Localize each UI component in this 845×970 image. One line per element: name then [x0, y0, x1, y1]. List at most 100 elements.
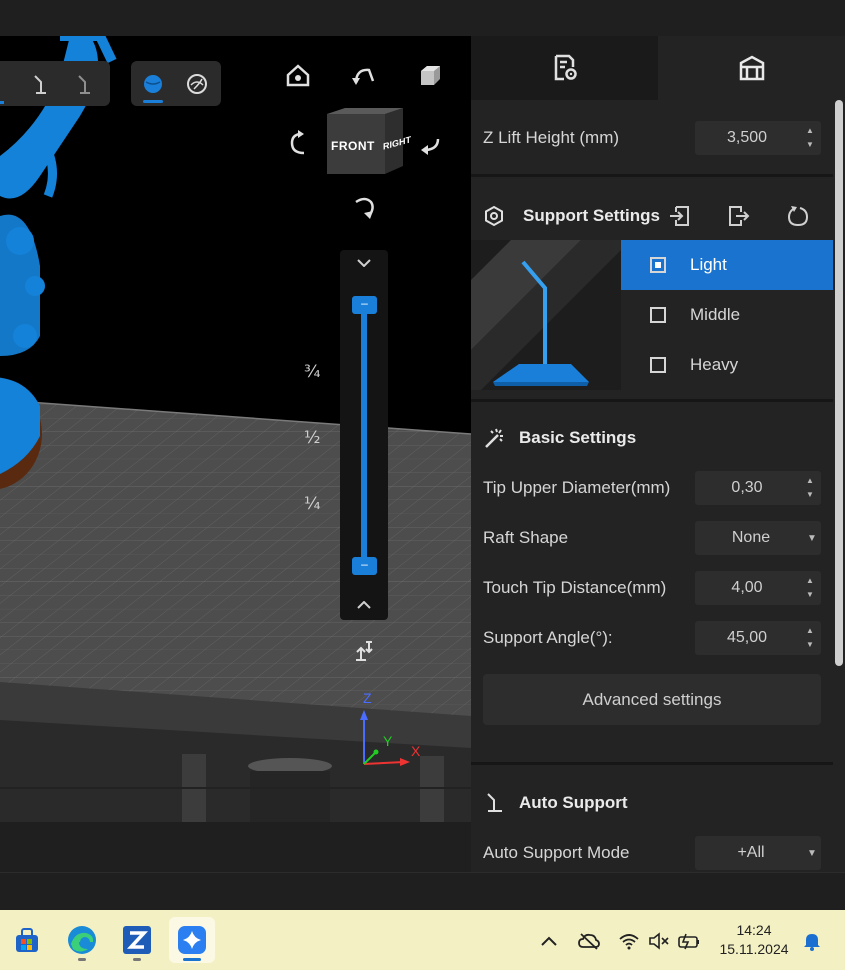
spin-up-icon[interactable]: ▲ [806, 577, 814, 585]
panel-scrollbar[interactable] [835, 100, 843, 666]
preset-light[interactable]: Light [621, 240, 833, 290]
chevron-up-icon[interactable] [537, 930, 561, 952]
slider-handle-bottom[interactable]: – [352, 557, 377, 575]
spin-down-icon[interactable]: ▼ [806, 591, 814, 599]
undo-rotate-icon[interactable] [347, 58, 381, 92]
edge-icon[interactable] [59, 917, 105, 963]
divider [471, 174, 833, 177]
sphere-wireframe-icon[interactable] [175, 62, 219, 106]
divider [471, 399, 833, 402]
support-tool-icon[interactable] [16, 62, 60, 106]
file-settings-icon [554, 54, 577, 81]
spin-down-icon[interactable]: ▼ [806, 491, 814, 499]
support-preset-list: Light Middle Heavy [621, 240, 833, 390]
spin-down-icon[interactable]: ▼ [806, 141, 814, 149]
system-clock[interactable]: 14:24 15.11.2024 [708, 921, 800, 959]
preset-middle[interactable]: Middle [621, 290, 833, 340]
tip-upper-input[interactable]: 0,30 ▲ ▼ [695, 471, 821, 505]
support-tool-2-icon[interactable] [60, 62, 104, 106]
auto-support-title: Auto Support [519, 793, 628, 812]
windows-taskbar: 14:24 15.11.2024 [0, 910, 845, 970]
tip-upper-row: Tip Upper Diameter(mm) 0,30 ▲ ▼ [483, 471, 821, 505]
preset-heavy-checkbox [650, 357, 666, 373]
export-icon[interactable] [727, 204, 751, 228]
support-structure-icon [739, 55, 764, 81]
support-angle-row: Support Angle(°): 45,00 ▲ ▼ [483, 621, 821, 655]
raft-shape-select[interactable]: None ▼ [695, 521, 821, 555]
spin-down-icon[interactable]: ▼ [806, 641, 814, 649]
axis-x-label: X [411, 743, 421, 759]
auto-support-icon [487, 793, 502, 812]
hexagon-gear-icon [485, 205, 503, 227]
panel-tabs [471, 36, 845, 100]
rotate-left-icon[interactable] [282, 126, 316, 160]
support-angle-input[interactable]: 45,00 ▲ ▼ [695, 621, 821, 655]
support-settings-header: Support Settings [483, 201, 823, 231]
preset-heavy-label: Heavy [690, 355, 739, 374]
caret-down-icon: ▼ [807, 532, 817, 544]
tab-file-settings[interactable] [471, 36, 658, 100]
bottom-strip [0, 872, 845, 910]
render-mode-group [131, 61, 221, 106]
touch-tip-input[interactable]: 4,00 ▲ ▼ [695, 571, 821, 605]
settings-panel: Z Lift Height (mm) 3,500 ▲ ▼ Support Sett… [471, 36, 845, 872]
wifi-icon[interactable] [617, 930, 641, 952]
reset-icon[interactable] [786, 204, 810, 228]
spin-up-icon[interactable]: ▲ [806, 627, 814, 635]
cloud-off-icon[interactable] [577, 930, 601, 952]
notification-bell-icon[interactable] [800, 930, 824, 952]
slider-mark-three-quarters: ¾ [304, 362, 321, 382]
axis-y-label: Y [383, 733, 393, 749]
tip-upper-value: 0,30 [731, 479, 763, 496]
slider-up-chevron-icon[interactable] [347, 248, 381, 278]
raft-shape-row: Raft Shape None ▼ [483, 521, 821, 555]
preset-heavy[interactable]: Heavy [621, 340, 833, 390]
windows-start-icon[interactable] [4, 917, 50, 963]
title-bar [0, 0, 845, 36]
advanced-settings-button[interactable]: Advanced settings [483, 674, 821, 725]
slider-mark-half: ½ [304, 428, 321, 448]
home-view-icon[interactable] [281, 58, 315, 92]
box-view-icon[interactable] [413, 58, 447, 92]
spin-up-icon[interactable]: ▲ [806, 477, 814, 485]
auto-support-mode-select[interactable]: +All ▼ [695, 836, 821, 870]
support-tool-group [0, 61, 110, 106]
spin-up-icon[interactable]: ▲ [806, 127, 814, 135]
auto-support-mode-value: +All [737, 844, 765, 861]
slider-down-chevron-icon[interactable] [347, 590, 381, 620]
preset-middle-checkbox [650, 307, 666, 323]
z-lift-input[interactable]: 3,500 ▲ ▼ [695, 121, 821, 155]
basic-settings-title: Basic Settings [519, 428, 637, 447]
app-window: Z Y X FRONT RIGHT – – ¾ ½ ¼ Z Lift Heigh… [0, 0, 845, 970]
navigation-cube[interactable]: FRONT RIGHT [325, 106, 411, 176]
slider-track [361, 305, 367, 567]
slider-handle-top[interactable]: – [352, 296, 377, 314]
preset-light-label: Light [690, 255, 727, 274]
z-app-icon[interactable] [114, 917, 160, 963]
rotate-down-icon[interactable] [347, 190, 381, 224]
divider [471, 762, 833, 765]
auto-support-mode-row: Auto Support Mode +All ▼ [483, 836, 821, 870]
slicer-app-icon[interactable] [169, 917, 215, 963]
import-icon[interactable] [668, 204, 692, 228]
battery-icon[interactable] [677, 930, 701, 952]
auto-support-header: Auto Support [483, 788, 628, 818]
sphere-solid-icon[interactable] [131, 62, 175, 106]
z-lift-row: Z Lift Height (mm) 3,500 ▲ ▼ [483, 121, 821, 155]
rotate-right-icon[interactable] [414, 126, 448, 160]
touch-tip-value: 4,00 [731, 579, 763, 596]
tab-support-structure[interactable] [658, 36, 845, 100]
clock-date: 15.11.2024 [719, 941, 789, 957]
axis-z-label: Z [363, 690, 372, 706]
volume-muted-icon[interactable] [647, 930, 671, 952]
magic-wand-icon [485, 428, 503, 448]
clock-time: 14:24 [736, 922, 772, 938]
support-preview-image [471, 240, 621, 390]
layer-reset-icon[interactable] [347, 634, 381, 668]
preset-middle-label: Middle [690, 305, 741, 324]
slider-mark-quarter: ¼ [304, 494, 321, 514]
support-settings-title: Support Settings [523, 206, 660, 225]
z-lift-value: 3,500 [726, 129, 768, 146]
viewport-status-strip [0, 822, 471, 872]
raft-shape-value: None [731, 529, 771, 546]
